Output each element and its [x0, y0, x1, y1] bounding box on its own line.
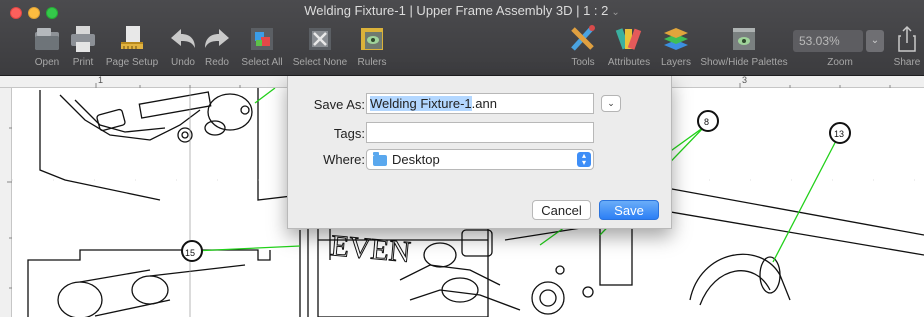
- save-as-field[interactable]: Welding Fixture-1.ann: [366, 93, 594, 114]
- engraved-text: EVEN: [329, 229, 412, 269]
- redo-icon: [205, 29, 229, 48]
- tags-field[interactable]: [366, 122, 594, 143]
- save-button[interactable]: Save: [599, 200, 659, 220]
- open-button[interactable]: Open: [30, 24, 64, 72]
- palettes-icon: [733, 28, 755, 50]
- show-hide-palettes-button[interactable]: Show/Hide Palettes: [698, 24, 790, 72]
- where-value: Desktop: [392, 152, 440, 167]
- undo-button[interactable]: Undo: [166, 24, 200, 72]
- vertical-ruler[interactable]: [0, 88, 12, 317]
- rulers-icon: [361, 28, 383, 50]
- open-icon: [35, 28, 59, 50]
- layers-button[interactable]: Layers: [658, 24, 694, 72]
- chevron-down-icon: ⌄: [607, 98, 615, 108]
- redo-button[interactable]: Redo: [200, 24, 234, 72]
- print-button[interactable]: Print: [66, 24, 100, 72]
- vruler-ticks: [7, 127, 12, 289]
- layers-icon: [664, 28, 688, 50]
- callout-15: 15: [185, 248, 195, 258]
- expand-dialog-button[interactable]: ⌄: [601, 95, 621, 112]
- folder-icon: [373, 152, 387, 166]
- select-all-icon: [251, 28, 273, 50]
- save-as-label: Save As:: [313, 97, 365, 112]
- share-button[interactable]: Share: [892, 24, 922, 72]
- where-popup[interactable]: Desktop ▴ ▾: [366, 149, 594, 170]
- attributes-icon: [615, 28, 642, 50]
- save-dialog: Save As: Welding Fixture-1.ann ⌄ Tags: W…: [287, 76, 672, 229]
- share-icon: [898, 25, 916, 52]
- zoom-button[interactable]: Zoom: [820, 24, 860, 72]
- rulers-button[interactable]: Rulers: [354, 24, 390, 72]
- ruler-mark: 3: [742, 75, 748, 85]
- chevron-down-icon: ⌄: [870, 35, 880, 46]
- tools-button[interactable]: Tools: [566, 24, 600, 72]
- page-setup-icon: [121, 26, 143, 49]
- filename-extension: .ann: [471, 96, 497, 111]
- select-all-button[interactable]: Select All: [238, 24, 286, 72]
- callout-13: 13: [834, 129, 844, 139]
- ruler-mark: 1: [98, 75, 104, 85]
- chevron-down-icon: ⌄: [611, 7, 620, 18]
- print-icon: [71, 26, 95, 52]
- select-none-icon: [309, 28, 331, 50]
- window-titlebar: Welding Fixture-1 | Upper Frame Assembly…: [0, 0, 924, 76]
- cancel-button[interactable]: Cancel: [532, 200, 591, 220]
- select-none-button[interactable]: Select None: [292, 24, 348, 72]
- callout-8: 8: [704, 117, 709, 127]
- attributes-button[interactable]: Attributes: [604, 24, 654, 72]
- zoom-stepper[interactable]: ⌄: [866, 30, 884, 52]
- filename-selected: Welding Fixture-1: [370, 96, 472, 111]
- undo-icon: [171, 29, 195, 48]
- updown-arrows-icon: ▴ ▾: [577, 152, 591, 167]
- window-title[interactable]: Welding Fixture-1 | Upper Frame Assembly…: [0, 3, 924, 18]
- where-label: Where:: [323, 152, 365, 167]
- page-setup-button[interactable]: Page Setup: [104, 24, 160, 72]
- tags-label: Tags:: [333, 126, 365, 141]
- tools-icon: [571, 25, 595, 51]
